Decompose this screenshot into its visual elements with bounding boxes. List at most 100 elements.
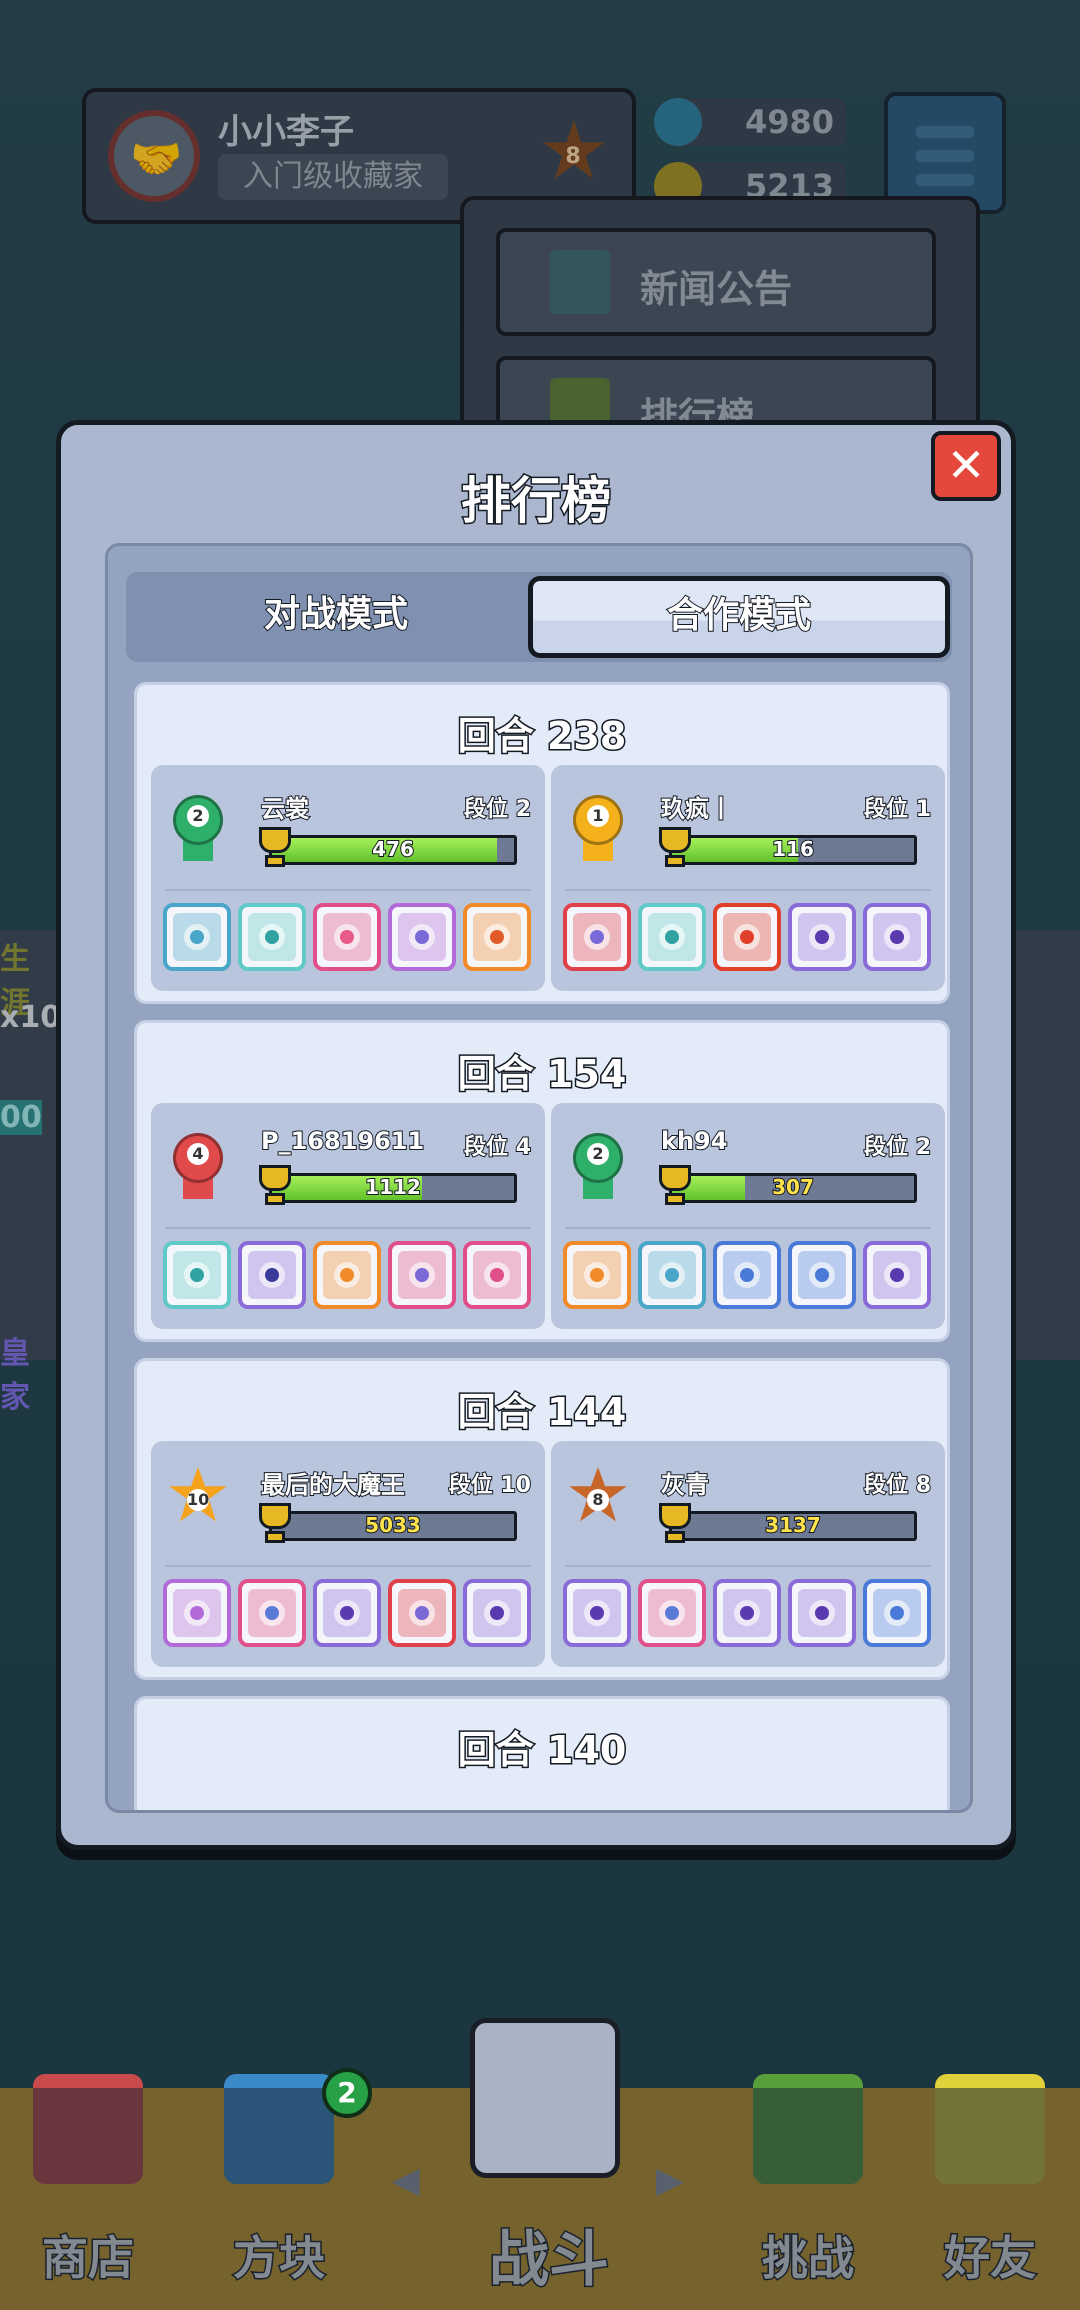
dice-icon <box>788 1579 856 1647</box>
leaderboard-panel: 对战模式 合作模式 回合 238 2 云裳 段位 2 476 1 玖疯丨 段位 1 116 回合 … <box>105 543 973 1813</box>
rank-badge-icon: 2 <box>569 1133 627 1199</box>
next-arrow-icon[interactable]: ▶ <box>656 2160 684 2201</box>
divider <box>165 1565 531 1567</box>
divider <box>565 1227 931 1229</box>
rank-badge-icon: 4 <box>169 1133 227 1199</box>
round-label: 回合 238 <box>456 713 628 760</box>
player-entry[interactable]: 10 最后的大魔王 段位 10 5033 <box>151 1441 545 1667</box>
player-name: kh94 <box>660 1126 728 1156</box>
score-value: 1112 <box>364 1175 422 1200</box>
divider <box>165 889 531 891</box>
player-name: P_16819611 <box>260 1126 425 1156</box>
dice-icon <box>313 903 381 971</box>
dice-icon <box>713 1579 781 1647</box>
mode-tabs: 对战模式 合作模式 <box>126 572 952 662</box>
trophy-icon <box>255 1503 295 1545</box>
dice-icon <box>863 1241 931 1309</box>
score-bar: 1112 <box>269 1173 517 1203</box>
dice-icon <box>563 1241 631 1309</box>
score-bar: 116 <box>669 835 917 865</box>
battle-shield-icon[interactable] <box>470 2018 620 2178</box>
rank-badge-number: 2 <box>587 1143 609 1165</box>
rank-badge-icon: 1 <box>569 795 627 861</box>
player-tier: 段位 2 <box>463 796 532 823</box>
player-tier: 段位 8 <box>863 1472 932 1499</box>
score-value: 307 <box>771 1175 815 1200</box>
round-list[interactable]: 回合 238 2 云裳 段位 2 476 1 玖疯丨 段位 1 116 回合 154 4 P_1681… <box>134 682 950 1810</box>
round-card: 回合 154 4 P_16819611 段位 4 1112 2 kh94 段位 2 307 <box>134 1020 950 1342</box>
score-value: 5033 <box>364 1513 422 1538</box>
dice-icon <box>238 1579 306 1647</box>
rank-badge-number: 1 <box>587 805 609 827</box>
score-value: 3137 <box>764 1513 822 1538</box>
dice-icon <box>638 1579 706 1647</box>
trophy-icon <box>255 827 295 869</box>
player-entry[interactable]: 2 kh94 段位 2 307 <box>551 1103 945 1329</box>
player-entry[interactable]: 2 云裳 段位 2 476 <box>151 765 545 991</box>
dice-icon <box>163 903 231 971</box>
player-entry[interactable]: 4 P_16819611 段位 4 1112 <box>151 1103 545 1329</box>
divider <box>565 889 931 891</box>
player-name: 云裳 <box>260 794 310 824</box>
dice-icon <box>238 903 306 971</box>
rank-badge-icon: 2 <box>169 795 227 861</box>
player-entry[interactable]: 1 玖疯丨 段位 1 116 <box>551 765 945 991</box>
rank-badge-number: 10 <box>187 1489 210 1511</box>
rank-badge-number: 4 <box>187 1143 209 1165</box>
player-entry[interactable]: 8 灰青 段位 8 3137 <box>551 1441 945 1667</box>
close-button[interactable]: ✕ <box>931 431 1001 501</box>
round-label: 回合 154 <box>456 1051 628 1098</box>
player-name: 最后的大魔王 <box>260 1470 406 1500</box>
trophy-icon <box>655 827 695 869</box>
blocks-notification-badge: 2 <box>322 2068 372 2118</box>
dice-icon <box>388 1579 456 1647</box>
dice-icon <box>788 903 856 971</box>
round-card: 回合 238 2 云裳 段位 2 476 1 玖疯丨 段位 1 116 <box>134 682 950 1004</box>
dice-icon <box>463 1579 531 1647</box>
round-card: 回合 140 <box>134 1696 950 1810</box>
round-label: 回合 140 <box>456 1727 628 1774</box>
tab-coop-mode[interactable]: 合作模式 <box>528 576 950 658</box>
score-value: 476 <box>371 837 415 862</box>
dice-icon <box>563 903 631 971</box>
prev-arrow-icon[interactable]: ◀ <box>392 2160 420 2201</box>
player-name: 灰青 <box>660 1470 710 1500</box>
player-name: 玖疯丨 <box>660 794 734 824</box>
dice-icon <box>863 1579 931 1647</box>
score-bar: 5033 <box>269 1511 517 1541</box>
dice-icon <box>238 1241 306 1309</box>
dice-icon <box>863 903 931 971</box>
dice-icon <box>713 903 781 971</box>
modal-title: 排行榜 <box>460 471 613 532</box>
score-bar: 307 <box>669 1173 917 1203</box>
score-bar: 3137 <box>669 1511 917 1541</box>
divider <box>565 1565 931 1567</box>
divider <box>165 1227 531 1229</box>
trophy-icon <box>255 1165 295 1207</box>
dice-icon <box>463 903 531 971</box>
score-bar: 476 <box>269 835 517 865</box>
tab-battle-mode[interactable]: 对战模式 <box>126 572 546 662</box>
dice-icon <box>313 1241 381 1309</box>
player-tier: 段位 2 <box>863 1134 932 1161</box>
dice-icon <box>313 1579 381 1647</box>
rank-badge-number: 8 <box>587 1489 609 1511</box>
player-tier: 段位 1 <box>863 796 932 823</box>
rank-badge-icon: 10 <box>169 1467 227 1537</box>
dice-icon <box>388 1241 456 1309</box>
leaderboard-modal: 排行榜 ✕ 对战模式 合作模式 回合 238 2 云裳 段位 2 476 1 玖疯丨 段位 1… <box>56 420 1016 1850</box>
dice-icon <box>638 903 706 971</box>
dice-icon <box>163 1579 231 1647</box>
dice-icon <box>638 1241 706 1309</box>
dice-icon <box>563 1579 631 1647</box>
dice-icon <box>713 1241 781 1309</box>
dice-icon <box>163 1241 231 1309</box>
trophy-icon <box>655 1503 695 1545</box>
score-value: 116 <box>771 837 815 862</box>
dice-icon <box>788 1241 856 1309</box>
rank-badge-number: 2 <box>187 805 209 827</box>
round-label: 回合 144 <box>456 1389 628 1436</box>
player-tier: 段位 4 <box>463 1134 532 1161</box>
round-card: 回合 144 10 最后的大魔王 段位 10 5033 8 灰青 段位 8 3137 <box>134 1358 950 1680</box>
dice-icon <box>388 903 456 971</box>
